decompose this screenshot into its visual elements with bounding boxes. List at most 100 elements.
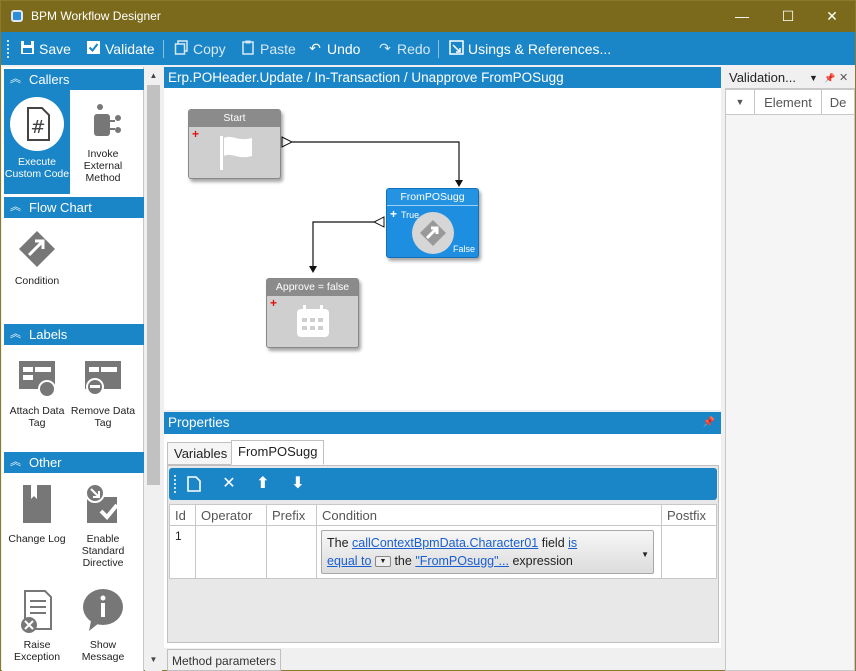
tab-variables[interactable]: Variables — [167, 442, 235, 465]
workflow-canvas[interactable]: Start + FromPOSugg + True False Approve … — [164, 88, 721, 410]
new-row-icon[interactable] — [183, 472, 205, 496]
false-branch-label: False — [452, 244, 475, 254]
cell-operator[interactable] — [196, 526, 267, 578]
undo-button[interactable]: ↶ Undo — [307, 32, 360, 65]
toolbox-palette: ︽ Callers # Execute Custom Code Invoke E… — [2, 67, 144, 671]
cell-condition[interactable]: The callContextBpmData.Character01 field… — [317, 526, 662, 578]
column-header-description[interactable]: De — [822, 90, 854, 115]
sort-dropdown-icon[interactable]: ▼ — [726, 90, 755, 115]
close-icon[interactable]: ✕ — [839, 67, 848, 89]
tool-label: Attach Data Tag — [9, 405, 65, 429]
column-header-postfix[interactable]: Postfix — [662, 505, 716, 525]
tab-frompo-sugg[interactable]: FromPOSugg — [231, 440, 325, 465]
tool-show-message[interactable]: Show Message — [70, 587, 136, 669]
palette-group-callers[interactable]: ︽ Callers — [4, 69, 144, 90]
node-title: Start — [189, 110, 280, 127]
title-bar: BPM Workflow Designer — ☐ ✕ — [1, 1, 855, 32]
validation-panel-title: Validation... ▼ 📌 ✕ — [725, 67, 855, 89]
palette-scrollbar[interactable]: ▲ ▼ — [145, 67, 162, 671]
column-header-prefix[interactable]: Prefix — [267, 505, 317, 525]
tool-label: Condition — [14, 275, 60, 287]
chevron-up-icon: ︽ — [10, 73, 21, 85]
paste-button[interactable]: Paste — [240, 32, 296, 65]
redo-icon: ↷ — [379, 40, 391, 56]
chevron-up-icon: ︽ — [10, 456, 21, 468]
connector-arrow-icon — [455, 180, 463, 187]
external-method-icon — [94, 104, 121, 136]
tab-method-parameters[interactable]: Method parameters — [167, 649, 282, 671]
undo-icon: ↶ — [309, 40, 321, 56]
checkbox-icon — [85, 40, 101, 58]
maximize-button[interactable]: ☐ — [765, 1, 811, 32]
app-icon — [11, 10, 23, 22]
palette-group-flow-chart[interactable]: ︽ Flow Chart — [4, 197, 144, 218]
operator-dropdown-icon[interactable]: ▼ — [374, 556, 391, 568]
palette-group-label: Callers — [29, 72, 70, 87]
save-icon — [19, 40, 35, 58]
scroll-up-arrow-icon[interactable]: ▲ — [147, 69, 160, 83]
redo-button[interactable]: ↷ Redo — [377, 32, 430, 65]
copy-label: Copy — [193, 40, 226, 57]
scroll-down-arrow-icon[interactable]: ▼ — [147, 653, 160, 667]
properties-toolbar: ✕ ⬆ ⬇ — [169, 468, 717, 500]
connector-arrow-icon — [309, 266, 317, 273]
plus-icon: + — [390, 207, 398, 221]
condition-value-link[interactable]: "FromPOsugg"... — [415, 554, 509, 568]
paste-icon — [240, 40, 256, 58]
dropdown-arrow-icon[interactable]: ▼ — [809, 67, 818, 89]
column-header-element[interactable]: Element — [755, 90, 822, 115]
validation-panel: ▼ Element De — [725, 89, 855, 671]
column-header-operator[interactable]: Operator — [196, 505, 267, 525]
node-title: Approve = false — [267, 279, 358, 296]
tool-change-log[interactable]: Change Log — [4, 481, 70, 571]
node-start[interactable]: Start + — [188, 109, 281, 179]
node-title: FromPOSugg — [387, 189, 478, 206]
copy-icon — [173, 39, 189, 58]
palette-group-other[interactable]: ︽ Other — [4, 452, 144, 473]
condition-operator-link[interactable]: is — [568, 536, 577, 550]
scroll-thumb[interactable] — [147, 85, 160, 485]
table-row[interactable]: 1 The callContextBpmData.Character01 fie… — [169, 526, 717, 579]
redo-label: Redo — [397, 40, 431, 57]
column-header-condition[interactable]: Condition — [317, 505, 662, 525]
tool-remove-data-tag[interactable]: Remove Data Tag — [70, 357, 136, 429]
validate-button[interactable]: Validate — [85, 32, 155, 65]
tool-label: Change Log — [8, 533, 66, 545]
node-condition[interactable]: FromPOSugg + True False — [386, 188, 479, 258]
node-approve[interactable]: Approve = false + — [266, 278, 359, 348]
copy-button[interactable]: Copy — [173, 32, 226, 65]
tool-raise-exception[interactable]: Raise Exception — [4, 587, 70, 669]
cell-prefix[interactable] — [267, 526, 317, 578]
cell-postfix[interactable] — [662, 526, 716, 578]
info-message-icon — [83, 589, 123, 631]
validation-title-label: Validation... — [729, 70, 796, 85]
tool-label: Raise Exception — [13, 639, 61, 663]
palette-group-labels[interactable]: ︽ Labels — [4, 324, 144, 345]
tool-label: Show Message — [81, 639, 125, 663]
condition-editor[interactable]: The callContextBpmData.Character01 field… — [321, 530, 654, 574]
move-down-icon[interactable]: ⬇ — [287, 472, 309, 496]
tool-invoke-external-method[interactable]: Invoke External Method — [70, 90, 136, 194]
condition-field-link[interactable]: callContextBpmData.Character01 — [352, 536, 538, 550]
tool-attach-data-tag[interactable]: Attach Data Tag — [4, 357, 70, 429]
tool-execute-custom-code[interactable]: # Execute Custom Code — [4, 90, 70, 194]
tool-condition[interactable]: Condition — [4, 227, 70, 297]
pin-icon[interactable]: 📌 — [703, 412, 715, 434]
save-button[interactable]: Save — [19, 32, 71, 65]
close-button[interactable]: ✕ — [809, 1, 855, 32]
minimize-button[interactable]: — — [719, 1, 765, 32]
pin-icon[interactable]: 📌 — [824, 67, 835, 89]
toolbar-grip[interactable] — [174, 475, 176, 493]
usages-button[interactable]: Usings & References... — [448, 32, 611, 65]
toolbar-grip[interactable] — [7, 40, 9, 58]
delete-row-icon[interactable]: ✕ — [218, 472, 240, 496]
properties-title-label: Properties — [168, 415, 230, 430]
move-up-icon[interactable]: ⬆ — [252, 472, 274, 496]
references-icon — [448, 39, 464, 58]
tool-enable-standard-directive[interactable]: Enable Standard Directive — [70, 481, 136, 571]
column-header-id[interactable]: Id — [170, 505, 196, 525]
condition-operator-link[interactable]: equal to — [327, 554, 371, 568]
palette-group-label: Flow Chart — [29, 200, 92, 215]
palette-group-label: Other — [29, 455, 62, 470]
chevron-down-icon[interactable]: ▼ — [641, 546, 649, 564]
